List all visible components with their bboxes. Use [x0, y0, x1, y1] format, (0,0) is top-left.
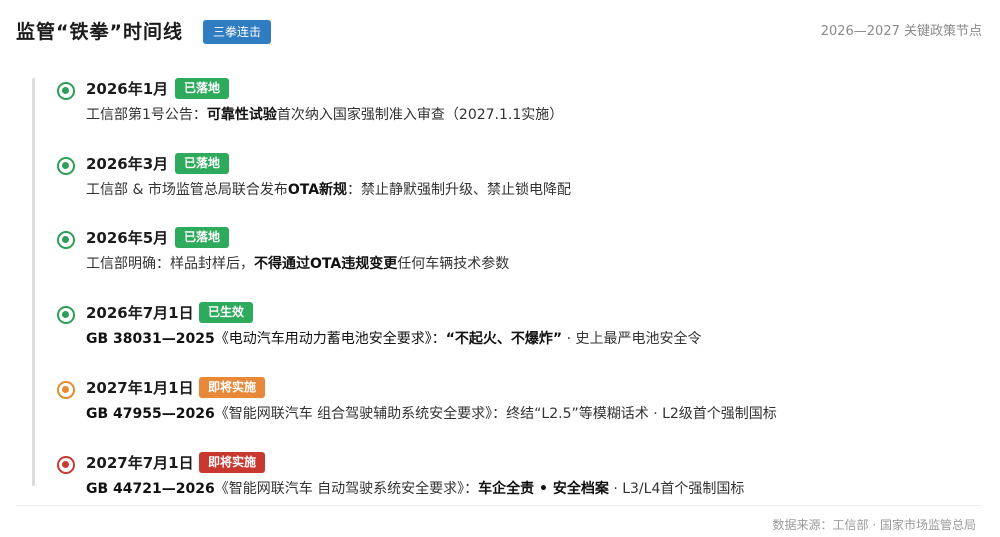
desc-text: 《智能网联汽车 自动驾驶系统安全要求》：: [214, 481, 479, 497]
timeline-rail: [32, 78, 35, 486]
desc-highlight: 不得通过OTA违规变更: [254, 256, 398, 272]
standard-code: GB 47955—2026: [86, 406, 215, 422]
desc-highlight: 车企全责 • 安全档案: [478, 481, 609, 497]
desc-highlight: OTA新规: [287, 182, 348, 198]
item-description: 工信部第1号公告：可靠性试验首次纳入国家强制准入审查（2027.1.1实施）: [86, 104, 563, 126]
status-dot-icon: [57, 157, 75, 175]
header: 监管“铁拳”时间线 三拳连击 2026—2027 关键政策节点: [16, 18, 982, 46]
item-description: 工信部 & 市场监管总局联合发布OTA新规：禁止静默强制升级、禁止锁电降配: [86, 179, 571, 201]
desc-text: · 史上最严电池安全令: [562, 331, 702, 347]
desc-text: · L3/L4首个强制国标: [608, 481, 745, 497]
desc-highlight: 可靠性试验: [206, 107, 277, 123]
desc-text: 首次纳入国家强制准入审查（2027.1.1实施）: [276, 107, 564, 123]
desc-text: 《电动汽车用动力蓄电池安全要求》：: [214, 331, 446, 347]
desc-text: GB 47955—2026《智能网联汽车 组合驾驶辅助系统安全要求》：终结“L2…: [86, 406, 777, 422]
timeline-item: 2026年1月 已落地 工信部第1号公告：可靠性试验首次纳入国家强制准入审查（2…: [57, 72, 977, 132]
timeline-item: 2027年1月1日 即将实施 GB 47955—2026《智能网联汽车 组合驾驶…: [57, 371, 977, 431]
status-badge: 已生效: [199, 302, 254, 323]
status-dot-icon: [57, 456, 75, 474]
desc-text: ：禁止静默强制升级、禁止锁电降配: [347, 182, 572, 198]
date-range-label: 2026—2027 关键政策节点: [820, 24, 982, 39]
standard-code: GB 44721—2026: [86, 481, 215, 497]
timeline-item: 2026年3月 已落地 工信部 & 市场监管总局联合发布OTA新规：禁止静默强制…: [57, 147, 977, 207]
desc-text: 工信部明确：样品封样后，: [86, 256, 254, 272]
status-dot-icon: [57, 306, 75, 324]
desc-text: 工信部 & 市场监管总局联合发布: [86, 182, 288, 198]
status-dot-icon: [57, 231, 75, 249]
item-description: 工信部明确：样品封样后，不得通过OTA违规变更任何车辆技术参数: [86, 253, 509, 275]
desc-highlight: “不起火、不爆炸”: [445, 331, 563, 347]
data-source: 数据来源：工信部 · 国家市场监管总局: [772, 518, 976, 532]
status-badge: 已落地: [175, 78, 230, 99]
timeline-item: 2026年7月1日 已生效 GB 38031—2025《电动汽车用动力蓄电池安全…: [57, 296, 977, 356]
status-badge: 已落地: [175, 153, 230, 174]
item-date: 2026年7月1日: [86, 304, 194, 322]
status-badge: 即将实施: [199, 377, 266, 398]
desc-text: 工信部第1号公告：: [86, 107, 207, 123]
status-dot-icon: [57, 82, 75, 100]
standard-code: GB 38031—2025: [86, 331, 215, 347]
timeline-item: 2026年5月 已落地 工信部明确：样品封样后，不得通过OTA违规变更任何车辆技…: [57, 221, 977, 281]
desc-text: 任何车辆技术参数: [397, 256, 510, 272]
item-description: GB 44721—2026《智能网联汽车 自动驾驶系统安全要求》：车企全责 • …: [86, 478, 744, 500]
desc-code: GB 38031—2025《电动汽车用动力蓄电池安全要求》：: [86, 331, 446, 347]
item-date: 2027年7月1日: [86, 454, 194, 472]
status-dot-icon: [57, 381, 75, 399]
item-description: GB 47955—2026《智能网联汽车 组合驾驶辅助系统安全要求》：终结“L2…: [86, 403, 777, 425]
item-date: 2026年1月: [86, 80, 169, 98]
item-date: 2027年1月1日: [86, 379, 194, 397]
desc-text: GB 44721—2026《智能网联汽车 自动驾驶系统安全要求》：: [86, 481, 478, 497]
footer-divider: [16, 505, 982, 506]
status-badge: 即将实施: [199, 452, 266, 473]
page-title: 监管“铁拳”时间线: [16, 21, 183, 43]
desc-text: 《智能网联汽车 组合驾驶辅助系统安全要求》：终结“L2.5”等模糊话术 · L2…: [214, 406, 777, 422]
title-badge: 三拳连击: [203, 20, 272, 44]
timeline-item: 2027年7月1日 即将实施 GB 44721—2026《智能网联汽车 自动驾驶…: [57, 446, 977, 506]
item-description: GB 38031—2025《电动汽车用动力蓄电池安全要求》：“不起火、不爆炸” …: [86, 328, 701, 350]
status-badge: 已落地: [175, 227, 230, 248]
item-date: 2026年3月: [86, 155, 169, 173]
item-date: 2026年5月: [86, 229, 169, 247]
